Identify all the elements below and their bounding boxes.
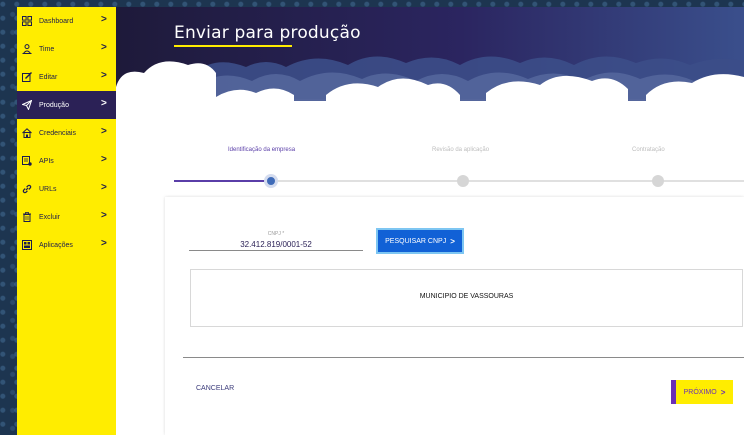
sidebar-item-excluir[interactable]: Excluir > bbox=[17, 203, 116, 231]
chevron-right-icon: > bbox=[450, 236, 455, 246]
chevron-right-icon: > bbox=[101, 182, 107, 193]
sidebar-item-credenciais[interactable]: Credenciais > bbox=[17, 119, 116, 147]
cnpj-field[interactable]: 32.412.819/0001-52 bbox=[189, 240, 363, 249]
chevron-right-icon: > bbox=[101, 98, 107, 109]
sidebar-item-aplicacoes[interactable]: Aplicações > bbox=[17, 231, 116, 259]
next-button[interactable]: PRÓXIMO > bbox=[671, 380, 733, 404]
search-cnpj-button[interactable]: PESQUISAR CNPJ > bbox=[376, 228, 464, 254]
main-panel: Enviar para produção Identificação da em… bbox=[116, 7, 744, 435]
link-icon bbox=[21, 184, 32, 195]
sidebar-item-editar[interactable]: Editar > bbox=[17, 63, 116, 91]
chevron-right-icon: > bbox=[101, 210, 107, 221]
sidebar-item-urls[interactable]: URLs > bbox=[17, 175, 116, 203]
edit-icon bbox=[21, 72, 32, 83]
search-cnpj-label: PESQUISAR CNPJ bbox=[385, 237, 447, 245]
send-icon bbox=[21, 100, 32, 111]
sidebar: Dashboard > Time > Editar > Produção > C… bbox=[17, 7, 116, 435]
stepper-track-line bbox=[272, 180, 744, 182]
cnpj-field-label: CNPJ * bbox=[267, 231, 285, 237]
chevron-right-icon: > bbox=[101, 14, 107, 25]
sidebar-item-label: APIs bbox=[39, 157, 54, 165]
chevron-right-icon: > bbox=[101, 42, 107, 53]
footer-divider bbox=[183, 357, 744, 358]
step-dot-pending[interactable] bbox=[457, 175, 469, 187]
trash-icon bbox=[21, 212, 32, 223]
step-dot-active[interactable] bbox=[264, 174, 278, 188]
api-icon bbox=[21, 156, 32, 167]
next-button-label: PRÓXIMO bbox=[683, 388, 717, 396]
sidebar-item-label: Aplicações bbox=[39, 241, 73, 249]
cnpj-field-underline bbox=[189, 250, 363, 251]
grid-icon bbox=[21, 16, 32, 27]
step-label-contratacao: Contratação bbox=[632, 147, 665, 153]
sidebar-item-label: Time bbox=[39, 45, 55, 53]
sidebar-item-label: Credenciais bbox=[39, 129, 76, 137]
sidebar-item-label: Produção bbox=[39, 101, 69, 109]
step-label-revisao: Revisão da aplicação bbox=[432, 147, 490, 153]
sidebar-item-label: Dashboard bbox=[39, 17, 74, 25]
chevron-right-icon: > bbox=[101, 154, 107, 165]
step-dot-pending[interactable] bbox=[652, 175, 664, 187]
company-result-box: MUNICIPIO DE VASSOURAS bbox=[190, 269, 743, 327]
person-icon bbox=[21, 44, 32, 55]
company-name: MUNICIPIO DE VASSOURAS bbox=[419, 293, 514, 300]
chevron-right-icon: > bbox=[101, 70, 107, 81]
chevron-right-icon: > bbox=[101, 126, 107, 137]
sidebar-item-producao[interactable]: Produção > bbox=[17, 91, 116, 119]
stepper-progress-line bbox=[174, 180, 270, 182]
sidebar-item-apis[interactable]: APIs > bbox=[17, 147, 116, 175]
sidebar-item-label: Excluir bbox=[39, 213, 61, 221]
sidebar-item-label: Editar bbox=[39, 73, 58, 81]
cancel-button[interactable]: CANCELAR bbox=[196, 385, 234, 392]
sidebar-item-dashboard[interactable]: Dashboard > bbox=[17, 7, 116, 35]
app-icon bbox=[21, 240, 32, 251]
sidebar-item-time[interactable]: Time > bbox=[17, 35, 116, 63]
house-icon bbox=[21, 128, 32, 139]
chevron-right-icon: > bbox=[720, 387, 726, 397]
clouds-decoration bbox=[116, 56, 744, 117]
step-label-identificacao: Identificação da empresa bbox=[228, 147, 296, 153]
chevron-right-icon: > bbox=[101, 238, 107, 249]
sidebar-item-label: URLs bbox=[39, 185, 57, 193]
